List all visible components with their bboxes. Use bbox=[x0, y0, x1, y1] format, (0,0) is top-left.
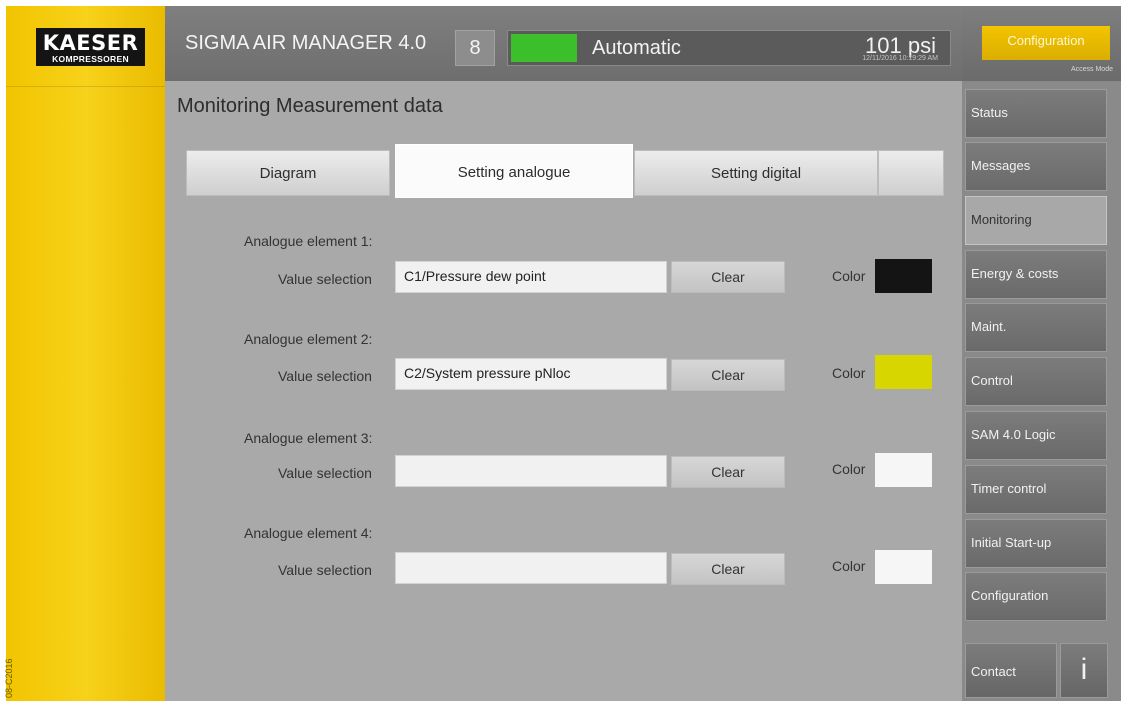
tab-diagram[interactable]: Diagram bbox=[186, 150, 390, 196]
page-title: Monitoring Measurement data bbox=[177, 95, 443, 117]
color-label-3: Color bbox=[832, 461, 866, 477]
tab-blank[interactable] bbox=[878, 150, 944, 196]
tab-setting-analogue[interactable]: Setting analogue bbox=[395, 144, 633, 198]
clear-button-3[interactable]: Clear bbox=[671, 456, 785, 488]
analogue-element-1-heading: Analogue element 1: bbox=[244, 233, 373, 249]
nav-item-status[interactable]: Status bbox=[965, 89, 1107, 138]
nav-item-monitoring[interactable]: Monitoring bbox=[965, 196, 1107, 245]
status-field: Automatic 101 psi 12/11/2016 10:19:29 AM bbox=[507, 30, 951, 66]
nav-item-initial-startup[interactable]: Initial Start-up bbox=[965, 519, 1107, 568]
header-bar: SIGMA AIR MANAGER 4.0 8 Automatic 101 ps… bbox=[165, 6, 962, 81]
color-swatch-3[interactable] bbox=[875, 453, 932, 487]
contact-button[interactable]: Contact bbox=[965, 643, 1057, 698]
analogue-element-2-heading: Analogue element 2: bbox=[244, 331, 373, 347]
clear-button-4[interactable]: Clear bbox=[671, 553, 785, 585]
logo-sub-text: KOMPRESSOREN bbox=[52, 54, 129, 64]
nav-item-energy-costs[interactable]: Energy & costs bbox=[965, 250, 1107, 299]
value-selection-field-4[interactable] bbox=[395, 552, 667, 584]
tab-setting-digital[interactable]: Setting digital bbox=[634, 150, 878, 196]
color-label-1: Color bbox=[832, 268, 866, 284]
document-code: 08-C2016 bbox=[4, 658, 14, 698]
app-title: SIGMA AIR MANAGER 4.0 bbox=[185, 32, 427, 54]
nav-item-timer-control[interactable]: Timer control bbox=[965, 465, 1107, 514]
analogue-element-4-heading: Analogue element 4: bbox=[244, 525, 373, 541]
color-label-4: Color bbox=[832, 558, 866, 574]
value-selection-label-3: Value selection bbox=[278, 465, 372, 481]
value-selection-field-1[interactable]: C1/Pressure dew point bbox=[395, 261, 667, 293]
color-swatch-1[interactable] bbox=[875, 259, 932, 293]
nav-item-control[interactable]: Control bbox=[965, 357, 1107, 406]
clear-button-1[interactable]: Clear bbox=[671, 261, 785, 293]
operating-mode-text: Automatic bbox=[592, 37, 681, 59]
color-label-2: Color bbox=[832, 365, 866, 381]
color-swatch-4[interactable] bbox=[875, 550, 932, 584]
value-selection-label-4: Value selection bbox=[278, 562, 372, 578]
access-panel: Configuration Access Mode bbox=[962, 6, 1121, 81]
nav-item-messages[interactable]: Messages bbox=[965, 142, 1107, 191]
kaeser-logo: KAESER KOMPRESSOREN bbox=[36, 28, 145, 66]
main-navigation: Configuration Access Mode Status Message… bbox=[962, 6, 1121, 701]
clear-button-2[interactable]: Clear bbox=[671, 359, 785, 391]
value-selection-field-2[interactable]: C2/System pressure pNloc bbox=[395, 358, 667, 390]
logo-main-text: KAESER bbox=[42, 31, 139, 55]
value-selection-label-1: Value selection bbox=[278, 271, 372, 287]
brand-divider bbox=[6, 86, 165, 87]
value-selection-label-2: Value selection bbox=[278, 368, 372, 384]
nav-item-sam-logic[interactable]: SAM 4.0 Logic bbox=[965, 411, 1107, 460]
unit-number-badge: 8 bbox=[455, 30, 495, 66]
color-swatch-2[interactable] bbox=[875, 355, 932, 389]
brand-strip: KAESER KOMPRESSOREN 08-C2016 bbox=[4, 6, 165, 701]
configuration-access-button[interactable]: Configuration bbox=[982, 26, 1110, 60]
analogue-element-3-heading: Analogue element 3: bbox=[244, 430, 373, 446]
info-icon[interactable]: i bbox=[1060, 643, 1108, 698]
nav-item-configuration[interactable]: Configuration bbox=[965, 572, 1107, 621]
nav-item-maintenance[interactable]: Maint. bbox=[965, 303, 1107, 352]
date-time: 12/11/2016 10:19:29 AM bbox=[862, 55, 938, 62]
status-indicator-icon bbox=[511, 34, 577, 62]
value-selection-field-3[interactable] bbox=[395, 455, 667, 487]
main-content: Monitoring Measurement data Diagram Sett… bbox=[165, 81, 962, 701]
access-mode-label: Access Mode bbox=[1070, 66, 1113, 73]
